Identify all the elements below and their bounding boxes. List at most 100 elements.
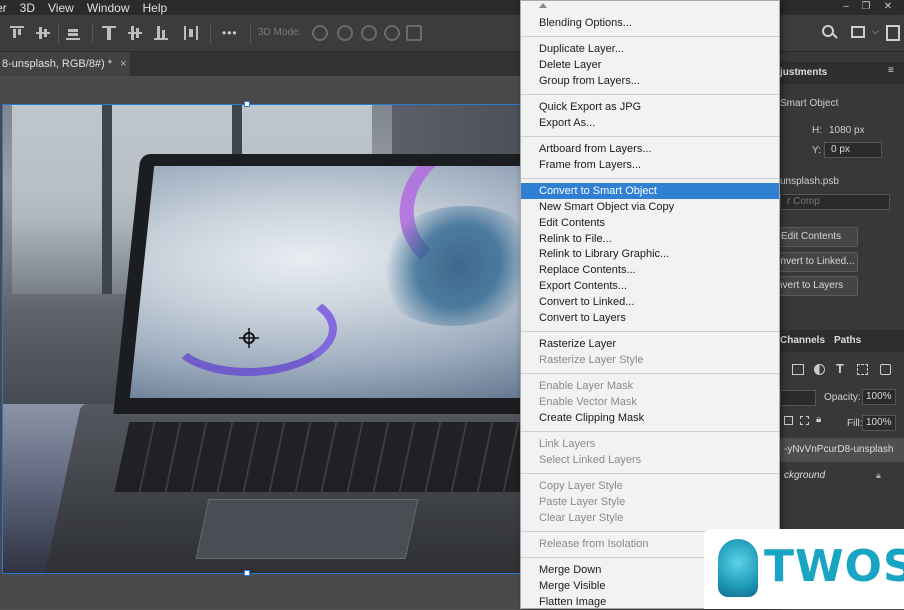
menu-enable-vector-mask: Enable Vector Mask bbox=[539, 396, 637, 408]
laptop-trackpad bbox=[195, 499, 419, 559]
menu-convert-to-smart-object[interactable]: Convert to Smart Object bbox=[521, 183, 779, 199]
menu-duplicate-layer[interactable]: Duplicate Layer... bbox=[521, 41, 779, 57]
menu-rasterize-layer-style: Rasterize Layer Style bbox=[539, 354, 644, 366]
3d-slide-icon bbox=[384, 25, 400, 41]
menu-new-smart-object-via-copy[interactable]: New Smart Object via Copy bbox=[521, 199, 779, 215]
edit-contents-button[interactable]: Edit Contents bbox=[776, 227, 858, 247]
distribute-center-icon[interactable] bbox=[128, 26, 142, 40]
y-position-field[interactable]: 0 px bbox=[824, 142, 882, 158]
layer-comp-select[interactable]: r Comp bbox=[780, 194, 890, 210]
blend-mode-select[interactable] bbox=[780, 390, 816, 406]
menu-item-3d[interactable]: 3D bbox=[20, 1, 35, 15]
height-value[interactable]: 1080 px bbox=[829, 125, 865, 136]
filter-shape-icon[interactable] bbox=[857, 364, 868, 375]
align-top-edges-icon[interactable] bbox=[10, 26, 24, 40]
menu-convert-to-linked[interactable]: Convert to Linked... bbox=[521, 294, 779, 310]
menu-paste-layer-style: Paste Layer Style bbox=[539, 496, 626, 508]
menu-edit-contents[interactable]: Edit Contents bbox=[521, 215, 779, 231]
search-icon-handle bbox=[832, 33, 838, 39]
convert-to-layers-button[interactable]: nvert to Layers bbox=[772, 276, 858, 296]
tab-channels[interactable]: Channels bbox=[780, 335, 825, 346]
menu-separator bbox=[521, 94, 779, 95]
menu-clear-layer-style: Clear Layer Style bbox=[539, 512, 624, 524]
fill-field[interactable]: 100% bbox=[862, 415, 896, 431]
scroll-up-icon[interactable] bbox=[539, 3, 547, 8]
lock-artboard-icon[interactable] bbox=[800, 416, 809, 425]
menu-link-layers: Link Layers bbox=[539, 438, 596, 450]
opacity-field[interactable]: 100% bbox=[862, 389, 896, 405]
panel-menu-icon[interactable]: ≡ bbox=[888, 65, 894, 76]
document-tab[interactable]: 8-unsplash, RGB/8#) * × bbox=[0, 52, 130, 76]
3d-roll-icon bbox=[337, 25, 353, 41]
menu-item-layer[interactable]: er bbox=[0, 1, 7, 15]
tab-paths[interactable]: Paths bbox=[834, 335, 861, 346]
menu-item-help[interactable]: Help bbox=[143, 1, 168, 15]
crosshair-icon bbox=[239, 328, 259, 348]
filter-smart-object-icon[interactable] bbox=[880, 364, 891, 375]
menu-export-as[interactable]: Export As... bbox=[521, 115, 779, 131]
tab-adjustments[interactable]: justments bbox=[780, 67, 827, 78]
menu-item-view[interactable]: View bbox=[48, 1, 74, 15]
layer-item[interactable]: -yNvVnPcurD8-unsplash bbox=[780, 438, 904, 462]
separator bbox=[58, 24, 59, 44]
menu-delete-layer[interactable]: Delete Layer bbox=[521, 57, 779, 73]
separator bbox=[250, 24, 251, 44]
menu-create-clipping-mask[interactable]: Create Clipping Mask bbox=[521, 410, 779, 426]
menu-copy-layer-style: Copy Layer Style bbox=[539, 480, 623, 492]
chevron-down-icon[interactable]: ⌵ bbox=[872, 26, 879, 37]
menu-quick-export-jpg[interactable]: Quick Export as JPG bbox=[521, 99, 779, 115]
layers-panel-header: Channels Paths bbox=[780, 330, 904, 352]
close-tab-icon[interactable]: × bbox=[120, 58, 126, 70]
fill-label: Fill: bbox=[847, 418, 863, 429]
transform-handle-bottom[interactable] bbox=[244, 570, 250, 576]
menu-relink-to-file[interactable]: Relink to File... bbox=[521, 231, 779, 247]
lock-pixels-icon[interactable] bbox=[784, 416, 793, 425]
3d-orbit-icon bbox=[312, 25, 328, 41]
minimize-icon[interactable]: – bbox=[836, 0, 856, 13]
layer-context-menu: Blending Options... Duplicate Layer... D… bbox=[520, 0, 780, 609]
menu-group-from-layers[interactable]: Group from Layers... bbox=[521, 73, 779, 89]
share-icon[interactable] bbox=[886, 25, 900, 41]
3d-scale-icon bbox=[406, 25, 422, 41]
menu-separator bbox=[521, 331, 779, 332]
menu-export-contents[interactable]: Export Contents... bbox=[521, 278, 779, 294]
y-label: Y: bbox=[812, 145, 821, 156]
menu-convert-to-layers[interactable]: Convert to Layers bbox=[521, 310, 779, 326]
menu-separator bbox=[521, 178, 779, 179]
distribute-bottom-icon[interactable] bbox=[154, 26, 168, 40]
transform-handle-top[interactable] bbox=[244, 101, 250, 107]
filter-adjustment-icon[interactable] bbox=[814, 364, 825, 375]
menu-relink-to-library-graphic[interactable]: Relink to Library Graphic... bbox=[521, 246, 779, 262]
height-label: H: bbox=[812, 125, 822, 136]
menu-replace-contents[interactable]: Replace Contents... bbox=[521, 262, 779, 278]
separator bbox=[92, 24, 93, 44]
opacity-label: Opacity: bbox=[824, 392, 861, 403]
window-frame bbox=[102, 104, 112, 294]
smart-object-file-name: unsplash.psb bbox=[780, 176, 839, 187]
distribute-top-icon[interactable] bbox=[102, 26, 116, 40]
filter-type-icon[interactable]: T bbox=[836, 361, 844, 376]
align-vertical-centers-icon[interactable] bbox=[36, 26, 50, 40]
menu-enable-layer-mask: Enable Layer Mask bbox=[539, 380, 634, 392]
menu-blending-options[interactable]: Blending Options... bbox=[521, 15, 779, 31]
layer-item-background[interactable]: ckground bbox=[780, 464, 904, 488]
menu-artboard-from-layers[interactable]: Artboard from Layers... bbox=[521, 141, 779, 157]
workspace-icon[interactable] bbox=[851, 26, 865, 38]
restore-icon[interactable]: ❐ bbox=[856, 0, 876, 13]
separator bbox=[210, 24, 211, 44]
close-window-icon[interactable]: ✕ bbox=[878, 0, 898, 13]
align-bottom-edges-icon[interactable] bbox=[66, 26, 80, 40]
menu-separator bbox=[521, 36, 779, 37]
lock-all-icon[interactable]: 🔒︎ bbox=[816, 414, 821, 425]
distribute-horizontal-icon[interactable] bbox=[184, 26, 198, 40]
menu-rasterize-layer[interactable]: Rasterize Layer bbox=[521, 336, 779, 352]
layer-lock-icon: 🔒︎ bbox=[876, 470, 881, 480]
menu-item-window[interactable]: Window bbox=[87, 1, 130, 15]
convert-to-linked-button[interactable]: onvert to Linked... bbox=[770, 252, 858, 272]
3d-pan-icon bbox=[361, 25, 377, 41]
filter-image-icon[interactable] bbox=[792, 364, 804, 375]
logo-text: TWOS bbox=[764, 541, 904, 592]
menu-frame-from-layers[interactable]: Frame from Layers... bbox=[521, 157, 779, 173]
menu-select-linked-layers: Select Linked Layers bbox=[539, 454, 642, 466]
more-options-icon[interactable]: ••• bbox=[222, 26, 238, 40]
